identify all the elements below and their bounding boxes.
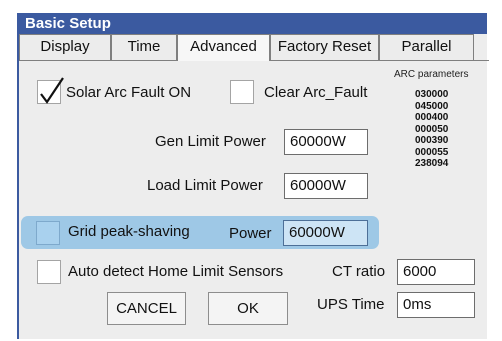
peak-shaving-power-field[interactable]: 60000W <box>283 220 368 246</box>
arc-parameter-value: 000390 <box>415 135 449 146</box>
ct-ratio-field[interactable]: 6000 <box>397 259 475 285</box>
load-limit-power-field[interactable]: 60000W <box>284 173 368 199</box>
tab-time[interactable]: Time <box>111 34 177 60</box>
gen-limit-power-label: Gen Limit Power <box>155 133 266 150</box>
ups-time-label: UPS Time <box>317 296 385 313</box>
grid-peak-shaving-checkbox[interactable] <box>36 221 60 245</box>
load-limit-power-label: Load Limit Power <box>147 177 263 194</box>
ok-button[interactable]: OK <box>208 292 288 325</box>
arc-parameters-list: 030000 045000 000400 000050 000390 00005… <box>415 89 465 170</box>
clear-arc-fault-checkbox[interactable] <box>230 80 254 104</box>
checkmark-icon <box>40 77 64 104</box>
solar-arc-fault-label: Solar Arc Fault ON <box>66 84 192 101</box>
arc-parameter-value: 000400 <box>415 112 449 123</box>
tab-factory-reset[interactable]: Factory Reset <box>270 34 379 60</box>
arc-parameter-value: 030000 <box>415 89 449 100</box>
tab-advanced[interactable]: Advanced <box>177 34 270 61</box>
peak-shaving-power-label: Power <box>229 225 272 242</box>
grid-peak-shaving-label: Grid peak-shaving <box>68 223 190 240</box>
tab-display[interactable]: Display <box>19 34 111 60</box>
arc-parameter-value: 045000 <box>415 100 449 112</box>
solar-arc-fault-checkbox[interactable] <box>37 77 64 104</box>
auto-detect-label: Auto detect Home Limit Sensors <box>68 263 284 280</box>
ct-ratio-label: CT ratio <box>332 263 386 280</box>
arc-parameter-value: 000050 <box>415 123 449 135</box>
tab-bar: Display Time Advanced Factory Reset Para… <box>19 34 489 61</box>
arc-parameters-title: ARC parameters <box>394 69 469 80</box>
arc-parameter-value: 238094 <box>415 158 449 169</box>
basic-setup-dialog: Basic Setup Display Time Advanced Factor… <box>17 13 489 339</box>
clear-arc-fault-label: Clear Arc_Fault <box>264 84 368 101</box>
tab-parallel[interactable]: Parallel <box>379 34 474 60</box>
cancel-button[interactable]: CANCEL <box>107 292 186 325</box>
arc-parameter-value: 000055 <box>415 146 449 158</box>
window-title: Basic Setup <box>19 13 487 34</box>
auto-detect-checkbox[interactable] <box>37 260 61 284</box>
gen-limit-power-field[interactable]: 60000W <box>284 129 368 155</box>
ups-time-field[interactable]: 0ms <box>397 292 475 318</box>
